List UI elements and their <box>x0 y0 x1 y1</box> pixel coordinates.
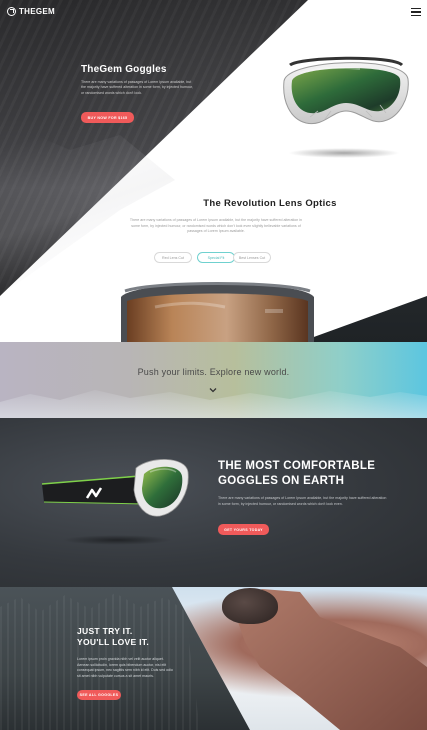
landing-page: THEGEM TheGem Goggles There are many var… <box>0 0 427 730</box>
chevron-down-icon[interactable] <box>209 386 217 394</box>
hamburger-menu-icon[interactable] <box>411 8 421 16</box>
gem-logo-icon <box>7 7 16 16</box>
see-all-goggles-button[interactable]: See all goggles <box>77 690 121 700</box>
hero-description: There are many variations of passages of… <box>81 80 193 95</box>
try-it-title-line1: JUST TRY IT. <box>77 626 133 636</box>
goggles-front-image <box>283 56 409 125</box>
site-logo[interactable]: THEGEM <box>7 7 55 16</box>
band-tagline: Push your limits. Explore new world. <box>137 367 290 377</box>
goggles-side-image <box>41 459 189 517</box>
revolution-title: The Revolution Lens Optics <box>203 198 337 209</box>
comfort-title: THE MOST COMFORTABLE GOGGLES ON EARTH <box>218 459 418 489</box>
revolution-description: There are many variations of passages of… <box>129 218 303 234</box>
buy-now-button[interactable]: Buy now for $165 <box>81 112 134 123</box>
get-yours-button[interactable]: Get yours today <box>218 524 269 535</box>
band-mountain-silhouette <box>0 390 427 418</box>
try-it-section <box>0 587 427 730</box>
logo-text: THEGEM <box>19 7 56 16</box>
try-it-title-line2: YOU'LL LOVE IT. <box>77 637 150 647</box>
hero-title: TheGem Goggles <box>81 64 167 75</box>
comfort-title-line2: GOGGLES ON EARTH <box>218 475 345 487</box>
try-it-description: Lorem ipsum proin gravida nibh vel velit… <box>77 657 173 678</box>
lens-option-red[interactable]: Red Lens Cut <box>154 252 192 263</box>
comfort-description: There are many variations of passages of… <box>218 496 387 506</box>
lens-option-special[interactable]: Special Fit <box>197 252 235 263</box>
goggles-side-shadow <box>62 535 172 545</box>
explore-band <box>0 342 427 418</box>
goggles-lens-closeup-image <box>121 282 314 342</box>
comfort-title-line1: THE MOST COMFORTABLE <box>218 460 376 472</box>
goggles-shadow <box>288 148 400 158</box>
lens-option-best[interactable]: Best Lenses Cut <box>233 252 271 263</box>
try-it-title: JUST TRY IT. YOU'LL LOVE IT. <box>77 626 149 648</box>
snowboarder-helmet <box>222 588 278 624</box>
